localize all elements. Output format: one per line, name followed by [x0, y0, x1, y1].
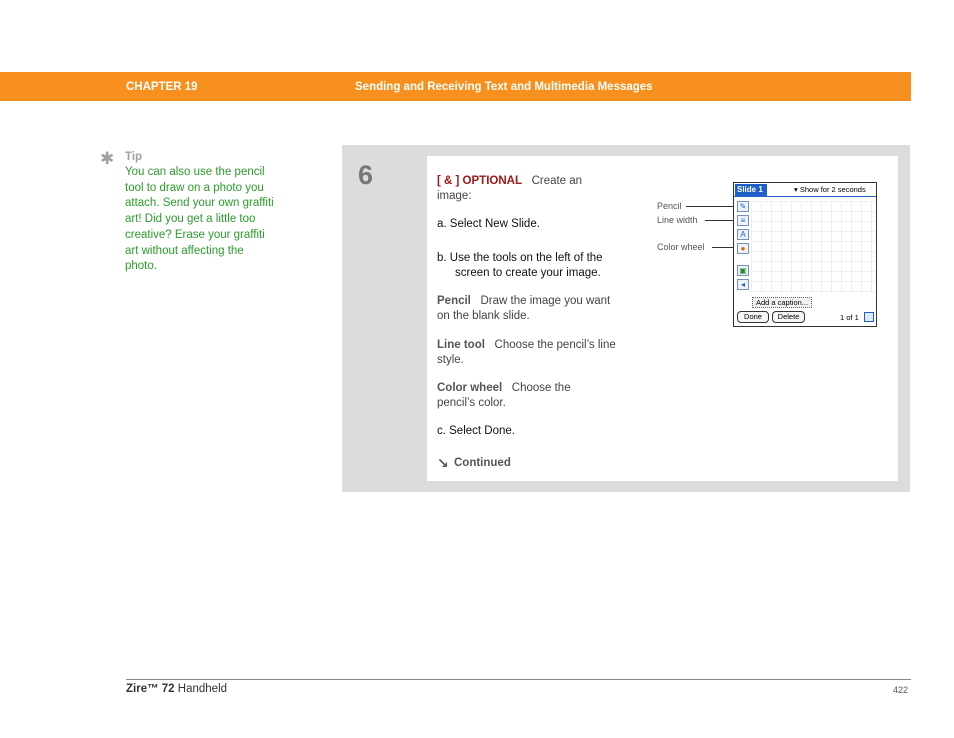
line-tool-description: Line tool Choose the pencil’s line style… — [437, 338, 622, 367]
color-wheel-icon[interactable]: ● — [737, 243, 749, 254]
asterisk-icon: ✱ — [100, 149, 115, 168]
callout-line-width: Line width — [657, 215, 698, 225]
sound-icon[interactable]: ◂ — [737, 279, 749, 290]
add-caption-button[interactable]: Add a caption... — [752, 297, 812, 308]
substep-c: c. Select Done. — [437, 425, 515, 437]
slide-title: Slide 1 — [735, 184, 767, 196]
add-slide-icon[interactable] — [864, 312, 874, 322]
pencil-term: Pencil — [437, 295, 471, 307]
color-wheel-description: Color wheel Choose the pencil’s color. — [437, 381, 597, 410]
device-screenshot: Slide 1 ▾ Show for 2 seconds ✎ ≡ A ● ▣ ◂… — [733, 182, 877, 327]
show-for-dropdown[interactable]: ▾ Show for 2 seconds — [794, 185, 866, 194]
footer-rule — [126, 679, 911, 680]
pencil-tool-icon[interactable]: ✎ — [737, 201, 749, 212]
callout-color-wheel: Color wheel — [657, 242, 705, 252]
tip-heading: Tip — [125, 151, 143, 163]
color-wheel-term: Color wheel — [437, 382, 503, 394]
done-button[interactable]: Done — [737, 311, 769, 323]
tip-text: You can also use the pencil tool to draw… — [125, 166, 274, 273]
drawing-canvas[interactable] — [751, 201, 875, 293]
continued-arrow-icon: ↘ — [437, 455, 449, 471]
line-width-icon[interactable]: ≡ — [737, 215, 749, 226]
callout-line-width-leader — [705, 220, 736, 221]
screen-title-bar: Slide 1 ▾ Show for 2 seconds — [734, 183, 876, 197]
line-tool-term: Line tool — [437, 339, 485, 351]
continued-link[interactable]: Continued — [454, 457, 511, 469]
chapter-label: CHAPTER 19 — [126, 81, 198, 93]
footer-product-name: Handheld — [177, 683, 228, 695]
picture-icon[interactable]: ▣ — [737, 265, 749, 276]
delete-button[interactable]: Delete — [772, 311, 805, 323]
chapter-header-bar: CHAPTER 19 Sending and Receiving Text an… — [0, 72, 911, 101]
footer-product: Zire™ 72 Handheld — [126, 683, 227, 695]
footer-brand: Zire™ 72 — [126, 683, 175, 695]
substep-b: b. Use the tools on the left of the scre… — [437, 252, 603, 279]
pencil-description: Pencil Draw the image you want on the bl… — [437, 294, 617, 323]
step-number: 6 — [358, 160, 374, 190]
page-number: 422 — [893, 685, 909, 695]
callout-pencil: Pencil — [657, 201, 682, 211]
chapter-title: Sending and Receiving Text and Multimedi… — [355, 81, 653, 93]
substep-a: a. Select New Slide. — [437, 218, 540, 230]
optional-tag: [ & ] OPTIONAL — [437, 175, 522, 187]
step-intro: [ & ] OPTIONAL Create an image: — [437, 174, 617, 203]
callout-pencil-leader — [686, 206, 736, 207]
page-indicator: 1 of 1 — [840, 313, 859, 322]
text-tool-icon[interactable]: A — [737, 229, 749, 240]
